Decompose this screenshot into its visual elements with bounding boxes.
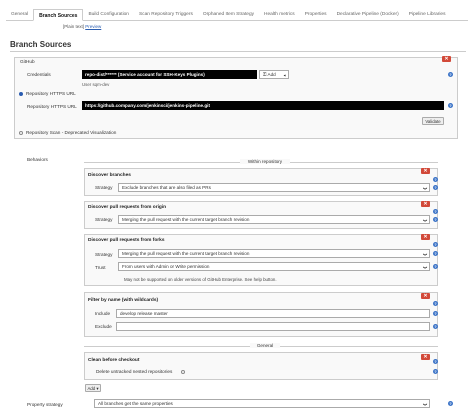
- filter-exclude-label: Exclude: [95, 324, 112, 329]
- property-strategy-select[interactable]: All branches get the same properties ❯: [94, 399, 430, 408]
- chevron-down-icon: ▾: [282, 74, 288, 77]
- key-icon: ⚿: [263, 72, 267, 77]
- discover-origin-title: Discover pull requests from origin: [88, 205, 167, 210]
- discover-forks-trust-value: From users with Admin or Write permissio…: [122, 264, 210, 269]
- delete-clean-button[interactable]: ✕: [421, 354, 430, 360]
- tab-build-configuration[interactable]: Build Configuration: [83, 9, 134, 21]
- delete-untracked-checkbox[interactable]: [181, 370, 185, 374]
- within-repository-label: Within repository: [240, 159, 290, 164]
- preview-link[interactable]: Preview: [85, 24, 101, 29]
- chevron-down-icon: ❯: [422, 402, 428, 407]
- plain-text-preview: [Plain text] Preview: [63, 24, 101, 29]
- discover-forks-trust-label: Trust: [95, 265, 106, 270]
- github-title: GitHub: [20, 59, 35, 64]
- repo-scan-radio[interactable]: [19, 131, 23, 135]
- filter-include-help-icon[interactable]: ?: [433, 311, 438, 316]
- filter-include-label: Include: [95, 311, 111, 316]
- filter-exclude-input[interactable]: [116, 322, 430, 331]
- tab-health-metrics[interactable]: Health metrics: [259, 9, 300, 21]
- discover-forks-strategy-select[interactable]: Merging the pull request with the curren…: [118, 249, 430, 258]
- discover-origin-strategy-select[interactable]: Merging the pull request with the curren…: [118, 215, 430, 224]
- delete-untracked-label: Delete untracked nested repositories: [96, 369, 173, 374]
- repo-url-help-icon[interactable]: ?: [448, 103, 453, 108]
- add-behavior-button[interactable]: Add ▾: [85, 384, 101, 392]
- discover-forks-trust-help-icon[interactable]: ?: [433, 264, 438, 269]
- plain-text-label: [Plain text]: [63, 24, 85, 29]
- tab-properties[interactable]: Properties: [300, 9, 332, 21]
- credentials-user-hint: User sqm-dev: [82, 82, 110, 87]
- delete-filter-button[interactable]: ✕: [421, 293, 430, 299]
- filter-exclude-help-icon[interactable]: ?: [433, 324, 438, 329]
- discover-origin-strategy-value: Merging the pull request with the curren…: [122, 217, 250, 222]
- property-strategy-value: All branches get the same properties: [98, 401, 173, 406]
- section-title: Branch Sources: [10, 40, 72, 49]
- filter-help-icon[interactable]: ?: [433, 301, 438, 306]
- discover-origin-help-icon[interactable]: ?: [433, 209, 438, 214]
- behaviors-label: Behaviors: [27, 157, 48, 162]
- chevron-down-icon: ❯: [422, 186, 428, 191]
- filter-include-input[interactable]: develop release master: [116, 309, 430, 318]
- delete-source-button[interactable]: ✕: [442, 56, 451, 62]
- discover-branches-strategy-select[interactable]: Exclude branches that are also filed as …: [118, 183, 430, 192]
- discover-forks-help-icon[interactable]: ?: [433, 242, 438, 247]
- discover-forks-title: Discover pull requests from forks: [88, 238, 165, 243]
- delete-discover-forks-button[interactable]: ✕: [421, 234, 430, 240]
- discover-branches-help-icon[interactable]: ?: [433, 177, 438, 182]
- credentials-help-icon[interactable]: ?: [448, 72, 453, 77]
- tab-branch-sources[interactable]: Branch Sources: [33, 9, 84, 21]
- discover-origin-strategy-help-icon[interactable]: ?: [433, 217, 438, 222]
- property-strategy-help-icon[interactable]: ?: [448, 401, 453, 406]
- chevron-down-icon: ▾: [96, 386, 99, 391]
- delete-discover-branches-button[interactable]: ✕: [421, 168, 430, 174]
- tab-declarative-pipeline[interactable]: Declarative Pipeline (Docker): [332, 9, 404, 21]
- credentials-label: Credentials: [27, 72, 51, 77]
- discover-branches-strategy-help-icon[interactable]: ?: [433, 185, 438, 190]
- validate-button[interactable]: Validate: [422, 117, 444, 125]
- section-divider: [10, 51, 466, 52]
- credentials-add-button[interactable]: ⚿ Add ▾: [259, 70, 289, 79]
- clean-before-checkout-title: Clean before checkout: [88, 358, 140, 363]
- discover-forks-note: May not be supported on older versions o…: [124, 277, 277, 282]
- tab-orphaned-item-strategy[interactable]: Orphaned Item Strategy: [198, 9, 259, 21]
- add-credentials-label: Add: [267, 72, 276, 77]
- discover-branches-strategy-value: Exclude branches that are also filed as …: [122, 185, 211, 190]
- repo-https-url-label: Repository HTTPS URL: [27, 104, 77, 109]
- tab-bar: General Branch Sources Build Configurati…: [6, 9, 468, 21]
- repo-https-radio[interactable]: [19, 92, 23, 96]
- clean-before-checkout-panel: [84, 352, 438, 380]
- chevron-down-icon: ❯: [422, 265, 428, 270]
- discover-forks-strategy-label: Strategy: [95, 252, 113, 257]
- discover-forks-strategy-value: Merging the pull request with the curren…: [122, 251, 250, 256]
- tab-general[interactable]: General: [6, 9, 33, 21]
- repo-scan-option-label: Repository Scan - Deprecated Visualizati…: [26, 130, 117, 135]
- discover-branches-title: Discover branches: [88, 173, 131, 178]
- discover-forks-strategy-help-icon[interactable]: ?: [433, 251, 438, 256]
- discover-origin-strategy-label: Strategy: [95, 217, 113, 222]
- repo-https-option-label: Repository HTTPS URL: [26, 91, 76, 96]
- discover-forks-trust-select[interactable]: From users with Admin or Write permissio…: [118, 262, 430, 271]
- clean-help-icon[interactable]: ?: [433, 359, 438, 364]
- credentials-select[interactable]: repo-dist/****** (Service account for SS…: [82, 70, 257, 79]
- general-label: General: [250, 343, 280, 348]
- add-behavior-label: Add: [87, 386, 96, 391]
- discover-branches-strategy-label: Strategy: [95, 185, 113, 190]
- chevron-down-icon: ❯: [422, 252, 428, 257]
- repo-https-url-input[interactable]: https://github.company.com/jenkinsci/jen…: [82, 101, 444, 110]
- delete-discover-origin-button[interactable]: ✕: [421, 201, 430, 207]
- property-strategy-label: Property strategy: [27, 402, 63, 407]
- filter-by-name-title: Filter by name (with wildcards): [88, 298, 159, 303]
- delete-untracked-help-icon[interactable]: ?: [433, 369, 438, 374]
- tab-pipeline-libraries[interactable]: Pipeline Libraries: [404, 9, 451, 21]
- tab-scan-repository-triggers[interactable]: Scan Repository Triggers: [134, 9, 198, 21]
- chevron-down-icon: ❯: [422, 218, 428, 223]
